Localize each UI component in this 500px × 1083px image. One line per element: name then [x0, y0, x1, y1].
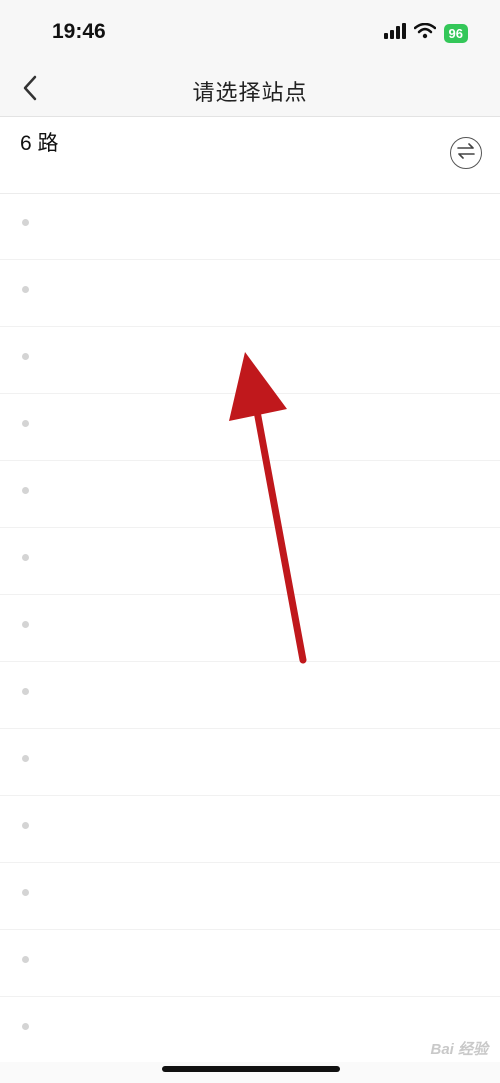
- wifi-icon: [413, 22, 436, 44]
- cellular-signal-icon: [383, 22, 406, 44]
- stop-dot-icon: [22, 889, 29, 896]
- stop-dot-icon: [22, 554, 29, 561]
- page-title: 请选择站点: [192, 80, 308, 105]
- stop-item[interactable]: [0, 327, 500, 394]
- stop-dot-icon: [22, 286, 29, 293]
- stop-dot-icon: [22, 688, 29, 695]
- stop-item[interactable]: [0, 997, 500, 1064]
- stop-item[interactable]: [0, 528, 500, 595]
- route-name: 6 路: [20, 132, 59, 155]
- swap-direction-icon: [456, 142, 476, 164]
- battery-level: 96: [448, 25, 463, 41]
- swap-direction-button[interactable]: [450, 137, 482, 169]
- stop-item[interactable]: [0, 193, 500, 260]
- stop-item[interactable]: [0, 595, 500, 662]
- stop-dot-icon: [22, 755, 29, 762]
- battery-icon: 96: [443, 23, 468, 43]
- stop-dot-icon: [22, 956, 29, 963]
- watermark: Bai 经验: [430, 1041, 488, 1058]
- status-bar: 19:46 96: [0, 0, 500, 66]
- stop-list: [0, 193, 500, 1064]
- navigation-bar: 请选择站点: [0, 66, 500, 117]
- stop-dot-icon: [22, 219, 29, 226]
- stop-item[interactable]: [0, 394, 500, 461]
- stop-item[interactable]: [0, 863, 500, 930]
- status-time: 19:46: [52, 20, 106, 43]
- stop-item[interactable]: [0, 461, 500, 528]
- stop-item[interactable]: [0, 930, 500, 997]
- stop-dot-icon: [22, 621, 29, 628]
- status-icons: 96: [383, 22, 468, 44]
- home-indicator[interactable]: [162, 1066, 340, 1072]
- route-header: 6 路: [0, 117, 500, 194]
- stop-item[interactable]: [0, 260, 500, 327]
- stop-item[interactable]: [0, 796, 500, 863]
- stop-dot-icon: [22, 1023, 29, 1030]
- stop-item[interactable]: [0, 662, 500, 729]
- stop-dot-icon: [22, 353, 29, 360]
- stop-dot-icon: [22, 822, 29, 829]
- stop-dot-icon: [22, 420, 29, 427]
- stop-item[interactable]: [0, 729, 500, 796]
- stop-dot-icon: [22, 487, 29, 494]
